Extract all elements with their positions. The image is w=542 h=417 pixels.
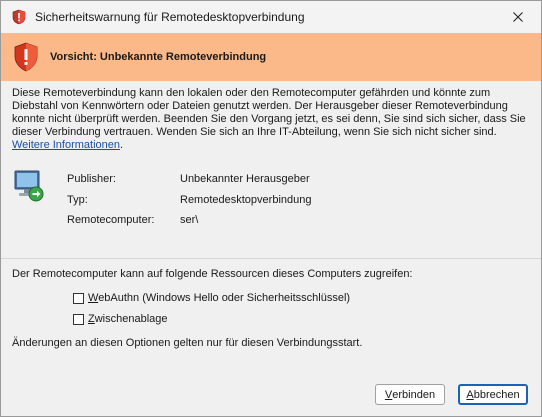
clipboard-option[interactable]: Zwischenablage [73,313,168,325]
window-title: Sicherheitswarnung für Remotedesktopverb… [35,10,305,24]
remote-computer-label: Remotecomputer: [67,214,155,226]
description-text: Diese Remoteverbindung kann den lokalen … [12,87,526,138]
type-label: Typ: [67,194,88,206]
banner-title: Vorsicht: Unbekannte Remoteverbindung [50,51,267,63]
separator [1,258,541,259]
warning-shield-icon [12,9,26,25]
type-value: Remotedesktopverbindung [180,194,312,206]
webauthn-label: WebAuthn (Windows Hello oder Sicherheits… [88,292,351,304]
clipboard-label: Zwischenablage [88,313,168,325]
link-suffix: . [120,139,124,151]
cancel-button[interactable]: Abbrechen [458,384,528,405]
close-icon [513,12,523,22]
remote-computer-value: ser\ [180,214,199,226]
webauthn-option[interactable]: WebAuthn (Windows Hello oder Sicherheits… [73,292,350,304]
security-warning-dialog: Sicherheitswarnung für Remotedesktopverb… [0,0,542,417]
more-info-link[interactable]: Weitere Informationen [12,139,120,151]
warning-description: Diese Remoteverbindung kann den lokalen … [12,87,532,152]
close-button[interactable] [495,1,541,33]
shield-warning-icon [14,42,38,72]
title-bar: Sicherheitswarnung für Remotedesktopverb… [1,1,541,33]
resources-intro: Der Remotecomputer kann auf folgende Res… [12,268,413,280]
connect-button[interactable]: Verbinden [375,384,445,405]
clipboard-checkbox[interactable] [73,313,84,325]
remote-desktop-icon [14,170,44,202]
warning-banner: Vorsicht: Unbekannte Remoteverbindung [1,33,541,81]
webauthn-checkbox[interactable] [73,292,84,304]
publisher-label: Publisher: [67,173,116,185]
publisher-value: Unbekannter Herausgeber [180,173,310,185]
options-note: Änderungen an diesen Optionen gelten nur… [12,337,363,349]
